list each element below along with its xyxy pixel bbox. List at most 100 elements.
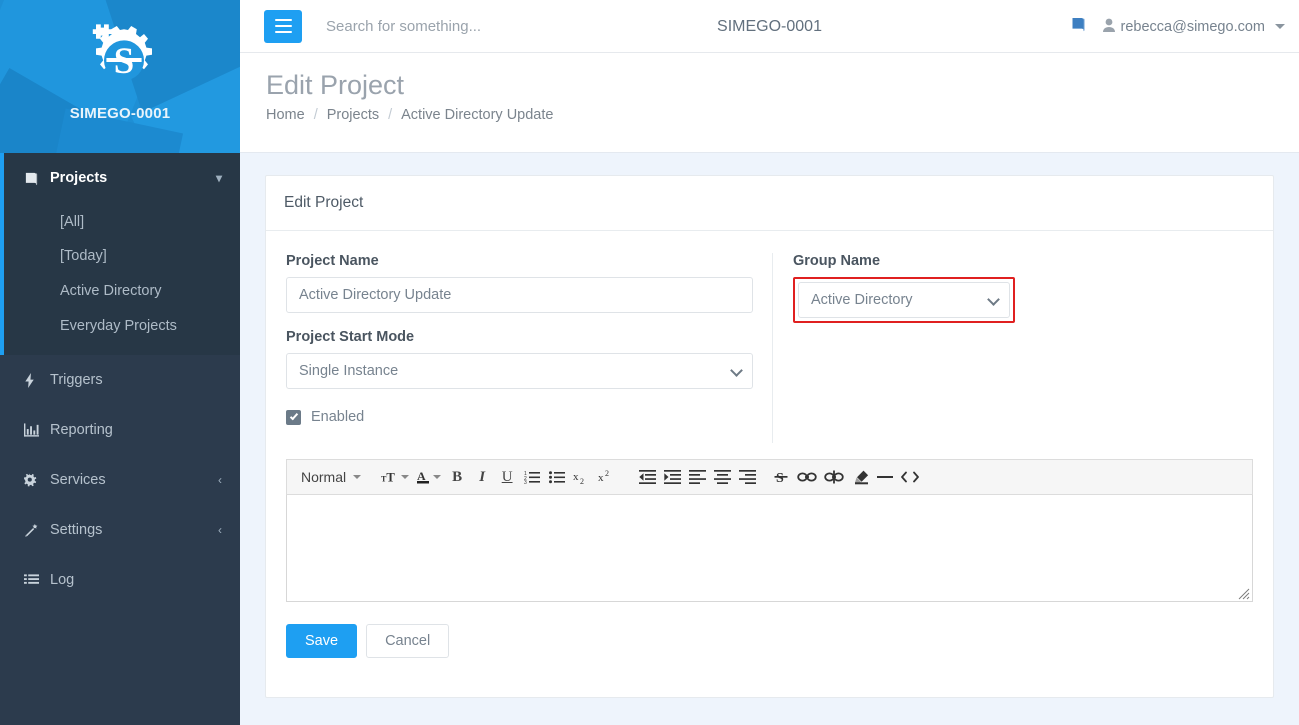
user-email: rebecca@simego.com <box>1120 18 1265 35</box>
horizontal-rule-icon[interactable] <box>873 464 897 490</box>
align-left-icon[interactable] <box>685 464 709 490</box>
group-name-select[interactable] <box>798 282 1010 318</box>
sidebar-item-log[interactable]: Log <box>0 555 240 605</box>
form-column-right: Group Name <box>773 253 1253 443</box>
sidebar-subitem-label: Everyday Projects <box>60 317 177 334</box>
bolt-icon <box>24 372 50 388</box>
format-select[interactable]: Normal <box>295 464 365 490</box>
bar-chart-icon <box>24 423 50 437</box>
link-icon[interactable] <box>794 464 820 490</box>
chevron-down-icon[interactable]: ▾ <box>216 171 222 185</box>
svg-text:S: S <box>776 471 784 485</box>
editor-content-area[interactable] <box>286 495 1253 602</box>
sidebar-subitem-label: [Today] <box>60 247 107 264</box>
editor-content[interactable] <box>287 495 1252 515</box>
underline-icon[interactable]: U <box>495 464 519 490</box>
enabled-checkbox[interactable] <box>286 409 301 425</box>
strikethrough-icon[interactable]: S <box>769 464 793 490</box>
caret-down-icon[interactable] <box>1275 24 1285 29</box>
sidebar-item-triggers[interactable]: Triggers <box>0 355 240 405</box>
resize-handle[interactable] <box>1238 587 1250 600</box>
card-title: Edit Project <box>266 176 1273 231</box>
card-body: Project Name Project Start Mode Enabled … <box>266 231 1273 658</box>
project-name-input[interactable] <box>286 277 753 313</box>
hamburger-icon[interactable] <box>264 9 302 43</box>
svg-text:x: x <box>598 472 604 484</box>
bullet-list-icon[interactable] <box>545 464 569 490</box>
outdent-icon[interactable] <box>635 464 659 490</box>
user-menu[interactable]: rebecca@simego.com <box>1102 18 1285 36</box>
chevron-down-icon <box>433 475 442 479</box>
enabled-label: Enabled <box>311 409 365 425</box>
sidebar-subitem-today[interactable]: [Today] <box>4 238 240 273</box>
ordered-list-icon[interactable]: 1 2 3 <box>520 464 544 490</box>
sidebar-item-reporting[interactable]: Reporting <box>0 405 240 455</box>
chevron-left-icon[interactable]: ‹ <box>218 473 222 487</box>
text-color-icon[interactable]: A <box>413 464 444 490</box>
group-name-select-wrap <box>798 282 1010 318</box>
edit-project-card: Edit Project Project Name Project Start … <box>265 175 1274 698</box>
cogs-icon <box>24 472 50 488</box>
page-header: Edit Project Home / Projects / Active Di… <box>240 53 1299 153</box>
form-actions: Save Cancel <box>286 624 1253 658</box>
cancel-button[interactable]: Cancel <box>366 624 450 658</box>
sidebar: S SIMEGO-0001 Projects ▾ [All] [Today] A… <box>0 0 240 725</box>
sidebar-item-triggers-label: Triggers <box>50 372 103 388</box>
sidebar-subitem-label: Active Directory <box>60 282 162 299</box>
indent-icon[interactable] <box>660 464 684 490</box>
brand-name: SIMEGO-0001 <box>69 105 171 122</box>
align-right-icon[interactable] <box>735 464 759 490</box>
breadcrumb-item-home[interactable]: Home <box>266 107 305 123</box>
sidebar-section-spacer <box>4 343 240 355</box>
content-area: Edit Project Project Name Project Start … <box>240 153 1299 725</box>
clear-format-icon[interactable] <box>848 464 872 490</box>
sidebar-item-projects-label: Projects <box>50 170 108 186</box>
breadcrumb-item-current: Active Directory Update <box>401 107 554 124</box>
enabled-checkbox-row: Enabled <box>286 409 754 425</box>
sidebar-subitem-label: [All] <box>60 213 85 230</box>
editor-toolbar: Normal T T A B I U 1 2 3 x 2 x 2 S <box>286 459 1253 495</box>
superscript-icon[interactable]: x 2 <box>595 464 619 490</box>
gear-s-logo-icon: S <box>0 18 240 101</box>
save-button[interactable]: Save <box>286 624 358 658</box>
unlink-icon[interactable] <box>821 464 847 490</box>
project-start-mode-select-wrap <box>286 353 753 389</box>
sidebar-item-projects[interactable]: Projects ▾ <box>4 153 240 203</box>
sidebar-item-reporting-label: Reporting <box>50 422 113 438</box>
align-center-icon[interactable] <box>710 464 734 490</box>
svg-text:2: 2 <box>580 477 584 485</box>
sidebar-item-services-label: Services <box>50 472 106 488</box>
book-icon[interactable] <box>1070 16 1087 37</box>
magic-wand-icon <box>24 523 50 538</box>
project-name-label: Project Name <box>286 253 379 269</box>
project-start-mode-select[interactable] <box>286 353 753 389</box>
italic-icon[interactable]: I <box>470 464 494 490</box>
sidebar-subitem-active-directory[interactable]: Active Directory <box>4 273 240 308</box>
code-icon[interactable] <box>898 464 922 490</box>
sidebar-item-settings-label: Settings <box>50 522 103 538</box>
sidebar-item-services[interactable]: Services ‹ <box>0 455 240 505</box>
sidebar-subitem-everyday-projects[interactable]: Everyday Projects <box>4 308 240 343</box>
sidebar-section-projects: Projects ▾ [All] [Today] Active Director… <box>0 153 240 355</box>
svg-text:3: 3 <box>524 480 527 484</box>
bold-icon[interactable]: B <box>445 464 469 490</box>
search-input[interactable] <box>324 16 624 36</box>
chevron-down-icon <box>353 475 362 479</box>
chevron-left-icon[interactable]: ‹ <box>218 523 222 537</box>
sidebar-subitem-all[interactable]: [All] <box>4 203 240 238</box>
font-size-icon[interactable]: T T <box>378 464 412 490</box>
breadcrumb: Home / Projects / Active Directory Updat… <box>266 107 1299 123</box>
chevron-down-icon <box>401 475 410 479</box>
svg-text:x: x <box>573 471 579 483</box>
sidebar-item-settings[interactable]: Settings ‹ <box>0 505 240 555</box>
book-icon <box>24 171 50 186</box>
group-name-label: Group Name <box>793 253 881 269</box>
brand-header[interactable]: S SIMEGO-0001 <box>0 0 240 153</box>
format-select-label: Normal <box>301 469 347 485</box>
form-column-left: Project Name Project Start Mode Enabled <box>286 253 773 443</box>
breadcrumb-item-projects[interactable]: Projects <box>327 107 379 123</box>
subscript-icon[interactable]: x 2 <box>570 464 594 490</box>
page-title: Edit Project <box>266 70 405 100</box>
list-icon <box>24 573 50 587</box>
